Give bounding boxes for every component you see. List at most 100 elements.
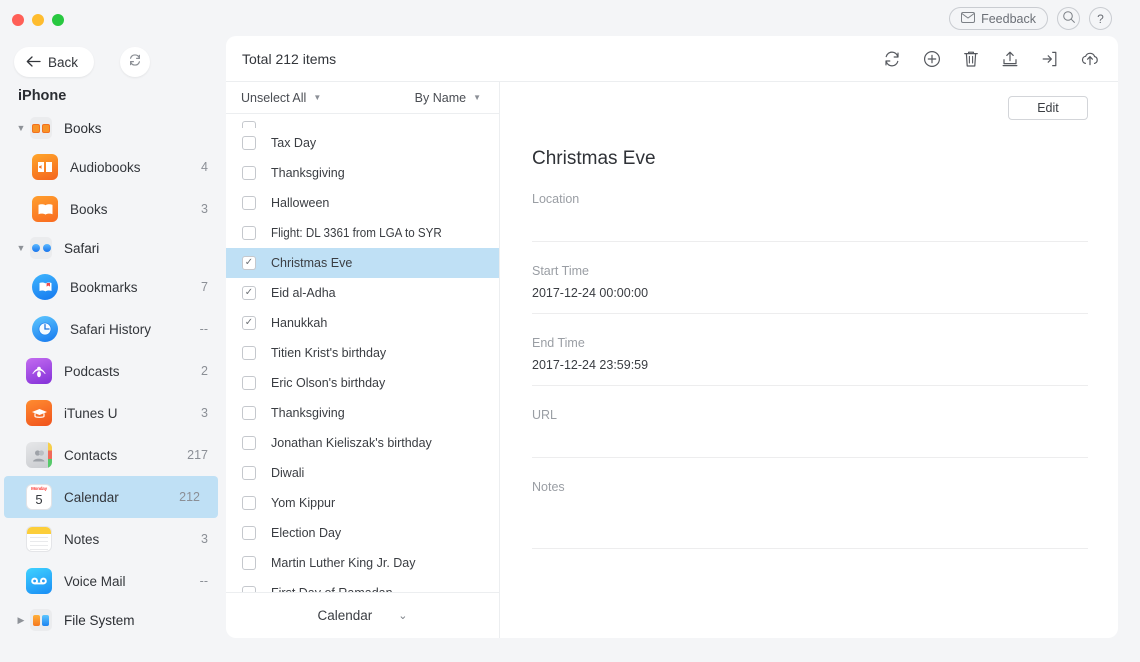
sidebar-item-bookmarks[interactable]: Bookmarks 7: [0, 266, 226, 308]
list-item[interactable]: Thanksgiving: [226, 158, 499, 188]
back-label: Back: [48, 55, 78, 70]
books-group-icon: [30, 117, 52, 139]
list-item-checkbox[interactable]: [242, 376, 256, 390]
sidebar-item-contacts[interactable]: Contacts 217: [0, 434, 226, 476]
list-item[interactable]: Martin Luther King Jr. Day: [226, 548, 499, 578]
list-item-checkbox[interactable]: [242, 196, 256, 210]
search-button[interactable]: [1057, 7, 1080, 30]
sidebar-item-notes[interactable]: Notes 3: [0, 518, 226, 560]
list-item[interactable]: Halloween: [226, 188, 499, 218]
list-item[interactable]: [226, 114, 499, 128]
sidebar-group-safari[interactable]: ▼ Safari: [0, 230, 226, 266]
list-item[interactable]: ✓ Hanukkah: [226, 308, 499, 338]
list-item-checkbox[interactable]: [242, 466, 256, 480]
detail-actions: Edit: [532, 96, 1088, 120]
field-value[interactable]: [532, 214, 1088, 229]
sidebar-sync-button[interactable]: [120, 47, 150, 77]
list-item-checkbox[interactable]: [242, 556, 256, 570]
field-value[interactable]: 2017-12-24 23:59:59: [532, 358, 1088, 373]
feedback-button[interactable]: Feedback: [949, 7, 1048, 30]
list-item[interactable]: First Day of Ramadan: [226, 578, 499, 592]
sidebar-item-label: Safari History: [70, 322, 200, 337]
close-window-button[interactable]: [12, 14, 24, 26]
title-bar-actions: Feedback ?: [949, 7, 1112, 30]
calendar-filter-label: Calendar: [317, 608, 372, 623]
delete-icon[interactable]: [963, 50, 979, 68]
sidebar-item-audiobooks[interactable]: Audiobooks 4: [0, 146, 226, 188]
sidebar-item-safari-history[interactable]: Safari History --: [0, 308, 226, 350]
chevron-down-icon[interactable]: ▼: [14, 243, 28, 253]
chevron-down-icon[interactable]: ⌄: [398, 609, 407, 622]
sidebar-top-bar: Back: [0, 36, 226, 82]
field-value[interactable]: [532, 430, 1088, 445]
list-item-checkbox[interactable]: [242, 166, 256, 180]
list-item-label: Martin Luther King Jr. Day: [271, 556, 416, 570]
chevron-down-icon: ▼: [473, 93, 481, 102]
minimize-window-button[interactable]: [32, 14, 44, 26]
edit-button[interactable]: Edit: [1008, 96, 1088, 120]
list-item[interactable]: Diwali: [226, 458, 499, 488]
list-item[interactable]: Yom Kippur: [226, 488, 499, 518]
list-item-label: First Day of Ramadan: [271, 586, 393, 592]
list-item[interactable]: ✓ Eid al-Adha: [226, 278, 499, 308]
list-item-checkbox[interactable]: [242, 586, 256, 592]
sidebar-item-count: --: [200, 574, 208, 588]
items-list[interactable]: Tax Day Thanksgiving Halloween Flight: D…: [226, 114, 499, 592]
sidebar-item-podcasts[interactable]: Podcasts 2: [0, 350, 226, 392]
panel-toolbar: [883, 50, 1100, 68]
sidebar-item-itunes-u[interactable]: iTunes U 3: [0, 392, 226, 434]
help-button[interactable]: ?: [1089, 7, 1112, 30]
sidebar-item-count: 2: [201, 364, 208, 378]
field-value[interactable]: [532, 502, 1088, 536]
list-item-selected[interactable]: ✓ Christmas Eve: [226, 248, 499, 278]
chevron-right-icon[interactable]: ▶: [14, 615, 28, 626]
list-item-checkbox[interactable]: ✓: [242, 316, 256, 330]
list-item-checkbox[interactable]: [242, 226, 256, 240]
list-item-checkbox[interactable]: [242, 136, 256, 150]
sidebar-item-books[interactable]: Books 3: [0, 188, 226, 230]
list-item[interactable]: Thanksgiving: [226, 398, 499, 428]
import-icon[interactable]: [1001, 50, 1019, 67]
field-value[interactable]: 2017-12-24 00:00:00: [532, 286, 1088, 301]
podcasts-icon: [26, 358, 52, 384]
window-controls: [12, 14, 64, 26]
sidebar-group-label: Safari: [64, 241, 226, 256]
list-item-checkbox[interactable]: [242, 346, 256, 360]
list-item-checkbox[interactable]: [242, 406, 256, 420]
sidebar-item-count: 212: [179, 490, 200, 504]
maximize-window-button[interactable]: [52, 14, 64, 26]
sidebar-item-label: Books: [70, 202, 201, 217]
back-button[interactable]: Back: [14, 47, 94, 77]
add-icon[interactable]: [923, 50, 941, 68]
chevron-down-icon[interactable]: ▼: [14, 123, 28, 133]
calendar-icon: Monday 5: [26, 484, 52, 510]
field-label: Notes: [532, 480, 1088, 494]
list-item-checkbox[interactable]: [242, 121, 256, 128]
cloud-upload-icon[interactable]: [1080, 50, 1100, 67]
export-icon[interactable]: [1041, 50, 1058, 68]
field-divider: [532, 313, 1088, 314]
field-notes: Notes: [532, 480, 1088, 549]
list-item-checkbox[interactable]: [242, 496, 256, 510]
sort-dropdown[interactable]: By Name ▼: [415, 91, 481, 105]
refresh-icon[interactable]: [883, 50, 901, 68]
search-icon: [1062, 10, 1076, 27]
list-item[interactable]: Eric Olson's birthday: [226, 368, 499, 398]
list-item-checkbox[interactable]: [242, 436, 256, 450]
list-item-checkbox[interactable]: ✓: [242, 256, 256, 270]
list-item-checkbox[interactable]: ✓: [242, 286, 256, 300]
sidebar-item-voice-mail[interactable]: Voice Mail --: [0, 560, 226, 602]
list-item-checkbox[interactable]: [242, 526, 256, 540]
list-item[interactable]: Flight: DL 3361 from LGA to SYR: [226, 218, 499, 248]
list-item[interactable]: Jonathan Kieliszak's birthday: [226, 428, 499, 458]
sidebar-group-file-system[interactable]: ▶ File System: [0, 602, 226, 638]
field-divider: [532, 548, 1088, 549]
help-icon: ?: [1097, 12, 1104, 26]
list-item-label: Election Day: [271, 526, 341, 540]
sidebar-group-books[interactable]: ▼ Books: [0, 110, 226, 146]
list-item[interactable]: Tax Day: [226, 128, 499, 158]
list-item[interactable]: Titien Krist's birthday: [226, 338, 499, 368]
unselect-all-dropdown[interactable]: Unselect All ▼: [241, 91, 321, 105]
sidebar-item-calendar[interactable]: Monday 5 Calendar 212: [4, 476, 218, 518]
list-item[interactable]: Election Day: [226, 518, 499, 548]
